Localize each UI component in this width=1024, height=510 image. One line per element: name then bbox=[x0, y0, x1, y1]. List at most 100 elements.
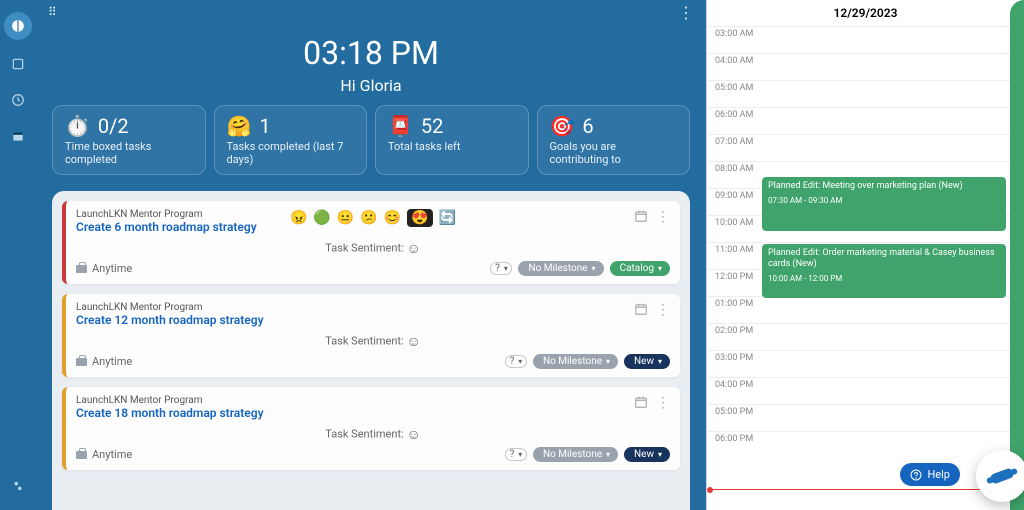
hour-row[interactable]: 06:00 PM bbox=[707, 431, 1024, 458]
current-time: 03:18 PM bbox=[36, 34, 706, 72]
task-project: LaunchLKN Mentor Program bbox=[76, 395, 670, 406]
hour-row[interactable]: 01:00 PM bbox=[707, 296, 1024, 323]
milestone-pill[interactable]: No Milestone ▾ bbox=[533, 447, 618, 462]
smile-icon[interactable]: ☺ bbox=[406, 427, 420, 443]
hour-row[interactable]: 03:00 PM bbox=[707, 350, 1024, 377]
rail-calendar-icon[interactable] bbox=[6, 124, 30, 148]
task-card: ⋮LaunchLKN Mentor ProgramCreate 18 month… bbox=[62, 387, 680, 470]
hour-row[interactable]: 04:00 PM bbox=[707, 377, 1024, 404]
sentiment-option[interactable]: 🔄 bbox=[439, 210, 456, 226]
event-time: 10:00 AM - 12:00 PM bbox=[768, 274, 1000, 284]
task-schedule[interactable]: Anytime bbox=[76, 262, 132, 275]
sentiment-option[interactable]: 😐 bbox=[337, 210, 354, 226]
hour-label: 12:00 PM bbox=[715, 270, 763, 282]
hour-row[interactable]: 02:00 PM bbox=[707, 323, 1024, 350]
rail-home-icon[interactable] bbox=[4, 12, 32, 40]
task-sentiment-row: Task Sentiment: ☺ bbox=[76, 240, 670, 257]
task-help-pill[interactable]: ? ▾ bbox=[505, 355, 527, 368]
stat-label: Tasks completed (last 7 days) bbox=[227, 140, 355, 166]
task-anytime-label: Anytime bbox=[92, 355, 132, 368]
milestone-pill[interactable]: No Milestone ▾ bbox=[518, 261, 603, 276]
rail-clock-icon[interactable] bbox=[6, 88, 30, 112]
event-title: Planned Edit: Order marketing material &… bbox=[768, 248, 1000, 270]
sentiment-option[interactable]: 🟢 bbox=[313, 210, 330, 226]
event-title: Planned Edit: Meeting over marketing pla… bbox=[768, 181, 1000, 192]
task-menu-icon[interactable]: ⋮ bbox=[656, 302, 670, 320]
hour-label: 10:00 AM bbox=[715, 216, 763, 228]
now-indicator bbox=[707, 489, 1024, 490]
calendar-body: 03:00 AM04:00 AM 05:00 AM 06:00 AM 07:00 AM… bbox=[707, 26, 1024, 510]
chat-fab[interactable] bbox=[976, 450, 1024, 502]
task-menu-icon[interactable]: ⋮ bbox=[656, 209, 670, 227]
hour-label: 09:00 AM bbox=[715, 189, 763, 201]
task-schedule-icon[interactable] bbox=[634, 302, 648, 320]
sentiment-option[interactable]: 😕 bbox=[360, 210, 377, 226]
task-menu-icon[interactable]: ⋮ bbox=[656, 395, 670, 413]
rail-note-icon[interactable] bbox=[6, 52, 30, 76]
stats-row: ⏱️ 0/2Time boxed tasks completed 🤗 1Tasks c… bbox=[36, 105, 706, 191]
hour-label: 11:00 AM bbox=[715, 243, 763, 255]
stat-icon: 📮 bbox=[388, 114, 413, 138]
stat-card[interactable]: 🎯6Goals you are contributing to bbox=[537, 105, 691, 175]
hour-row[interactable]: 04:00 AM bbox=[707, 53, 1024, 80]
sentiment-option[interactable]: 😠 bbox=[290, 210, 307, 226]
help-button[interactable]: Help bbox=[900, 463, 960, 486]
hour-row[interactable]: 07:00 AM bbox=[707, 134, 1024, 161]
task-schedule[interactable]: Anytime bbox=[76, 355, 132, 368]
hour-label: 01:00 PM bbox=[715, 297, 763, 309]
task-schedule-icon[interactable] bbox=[634, 209, 648, 227]
stat-value: 1 bbox=[259, 114, 270, 138]
stat-icon: ⏱️ bbox=[65, 114, 90, 138]
briefcase-icon bbox=[76, 358, 87, 366]
task-help-pill[interactable]: ? ▾ bbox=[505, 448, 527, 461]
hour-label: 05:00 AM bbox=[715, 81, 763, 93]
stat-icon: 🎯 bbox=[550, 114, 575, 138]
task-anytime-label: Anytime bbox=[92, 262, 132, 275]
calendar-event[interactable]: Planned Edit: Order marketing material &… bbox=[762, 244, 1006, 298]
smile-icon[interactable]: ☺ bbox=[406, 241, 420, 257]
hour-label: 07:00 AM bbox=[715, 135, 763, 147]
help-label: Help bbox=[927, 468, 950, 481]
task-schedule-icon[interactable] bbox=[634, 395, 648, 413]
smile-icon[interactable]: ☺ bbox=[406, 334, 420, 350]
task-title[interactable]: Create 12 month roadmap strategy bbox=[76, 313, 670, 327]
hour-label: 06:00 PM bbox=[715, 432, 763, 444]
sentiment-option[interactable]: 😊 bbox=[384, 210, 401, 226]
task-schedule[interactable]: Anytime bbox=[76, 448, 132, 461]
task-project: LaunchLKN Mentor Program bbox=[76, 302, 670, 313]
status-pill[interactable]: New ▾ bbox=[624, 447, 670, 462]
stat-card[interactable]: 🤗 1Tasks completed (last 7 days) bbox=[214, 105, 368, 175]
rail-settings-icon[interactable] bbox=[6, 474, 30, 498]
task-card: ⋮LaunchLKN Mentor ProgramCreate 12 month… bbox=[62, 294, 680, 377]
task-sentiment-label: Task Sentiment: bbox=[325, 241, 403, 254]
left-rail bbox=[0, 0, 36, 510]
hour-label: 08:00 AM bbox=[715, 162, 763, 174]
task-title[interactable]: Create 18 month roadmap strategy bbox=[76, 406, 670, 420]
task-help-pill[interactable]: ? ▾ bbox=[490, 262, 512, 275]
event-time: 07:30 AM - 09:30 AM bbox=[768, 196, 1000, 206]
hour-row[interactable]: 05:00 AM bbox=[707, 80, 1024, 107]
hour-row[interactable]: 03:00 AM bbox=[707, 26, 1024, 53]
stat-label: Time boxed tasks completed bbox=[65, 140, 193, 166]
hour-row[interactable]: 06:00 AM bbox=[707, 107, 1024, 134]
stat-card[interactable]: 📮52Total tasks left bbox=[375, 105, 529, 175]
stat-label: Goals you are contributing to bbox=[550, 140, 678, 166]
hour-label: 06:00 AM bbox=[715, 108, 763, 120]
hour-label: 04:00 AM bbox=[715, 54, 763, 66]
stat-icon: 🤗 bbox=[227, 114, 252, 138]
sentiment-picker[interactable]: 😠 🟢 😐 😕 😊 😍 🔄 bbox=[290, 209, 456, 227]
task-anytime-label: Anytime bbox=[92, 448, 132, 461]
task-sentiment-label: Task Sentiment: bbox=[325, 334, 403, 347]
stat-card[interactable]: ⏱️ 0/2Time boxed tasks completed bbox=[52, 105, 206, 175]
briefcase-icon bbox=[76, 265, 87, 273]
calendar-event[interactable]: Planned Edit: Meeting over marketing pla… bbox=[762, 177, 1006, 231]
sentiment-option[interactable]: 😍 bbox=[407, 209, 432, 227]
hour-label: 04:00 PM bbox=[715, 378, 763, 390]
status-pill[interactable]: New ▾ bbox=[624, 354, 670, 369]
milestone-pill[interactable]: No Milestone ▾ bbox=[533, 354, 618, 369]
task-sentiment-label: Task Sentiment: bbox=[325, 427, 403, 440]
status-pill[interactable]: Catalog ▾ bbox=[610, 261, 670, 276]
stat-value: 52 bbox=[421, 114, 443, 138]
stat-value: 0/2 bbox=[98, 114, 129, 138]
hour-row[interactable]: 05:00 PM bbox=[707, 404, 1024, 431]
